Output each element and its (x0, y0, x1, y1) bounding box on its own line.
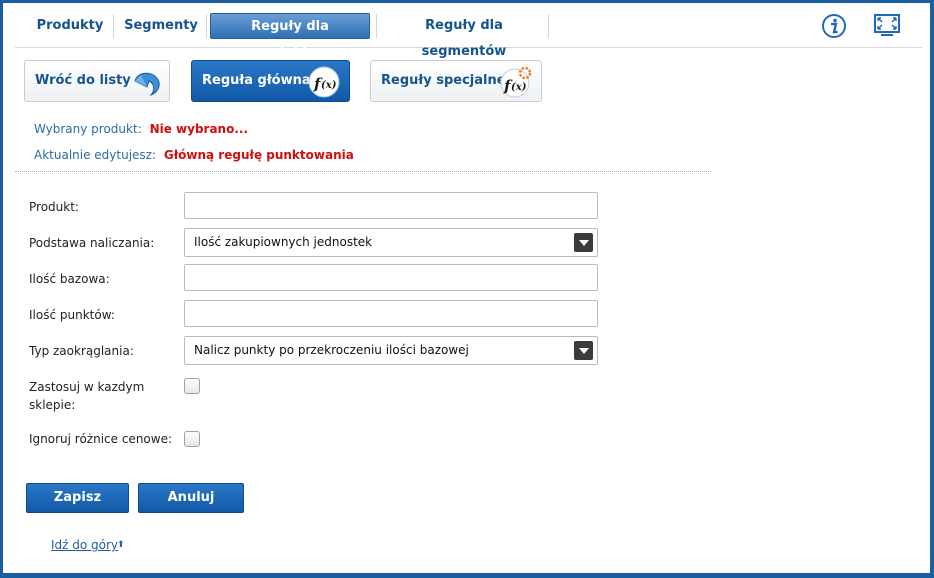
basis-select-value: Ilość zakupiownych jednostek (194, 235, 373, 249)
cancel-button[interactable]: Anuluj (138, 483, 244, 513)
selected-product-value: Nie wybrano... (149, 122, 249, 136)
product-input[interactable] (184, 192, 598, 219)
svg-text:(x): (x) (511, 82, 527, 93)
editing-label: Aktualnie edytujesz: (34, 148, 157, 162)
tab-reguly-dla-segmentow[interactable]: Reguły dla segmentów (381, 13, 547, 59)
chevron-down-icon (574, 233, 593, 252)
back-arrow-icon (129, 65, 163, 99)
app-frame: Produkty Segmenty Reguły dla produktów R… (3, 3, 930, 573)
back-to-list-button[interactable]: Wróć do listy (24, 60, 170, 102)
svg-text:(x): (x) (321, 80, 337, 91)
tab-separator (548, 14, 549, 38)
tab-reguly-dla-produktow[interactable]: Reguły dla produktów (210, 13, 370, 60)
rounding-select-value: Nalicz punkty po przekroczeniu ilości ba… (194, 343, 469, 357)
tab-bar: Produkty Segmenty Reguły dla produktów R… (15, 13, 922, 60)
special-function-icon: f (x) (499, 65, 533, 99)
product-label: Produkt: (29, 200, 79, 214)
function-icon: f (x) (307, 65, 341, 99)
every-store-checkbox[interactable] (184, 378, 200, 394)
tab-produkty[interactable]: Produkty (25, 13, 115, 39)
editing-info: Aktualnie edytujesz: Główną regułę punkt… (34, 148, 354, 162)
special-rules-button[interactable]: Reguły specjalne f (x) (370, 60, 542, 102)
tab-separator (113, 14, 114, 38)
selected-product-info: Wybrany produkt: Nie wybrano... (34, 122, 248, 136)
tab-separator (376, 14, 377, 38)
fullscreen-icon[interactable] (873, 13, 901, 39)
rounding-select[interactable]: Nalicz punkty po przekroczeniu ilości ba… (184, 336, 598, 365)
save-button[interactable]: Zapisz (26, 483, 129, 513)
info-icon[interactable] (821, 13, 847, 39)
base-qty-label: Ilość bazowa: (29, 272, 110, 286)
tab-separator (206, 14, 207, 38)
editing-value: Główną regułę punktowania (163, 148, 354, 162)
ignore-price-checkbox[interactable] (184, 431, 200, 447)
every-store-label: Zastosuj w kazdym sklepie: (29, 380, 145, 412)
basis-select[interactable]: Ilość zakupiownych jednostek (184, 228, 598, 257)
ignore-price-label: Ignoruj różnice cenowe: (29, 432, 173, 446)
selected-product-label: Wybrany produkt: (34, 122, 142, 136)
main-rule-button[interactable]: Reguła główna f (x) (191, 60, 350, 102)
special-rules-label: Reguły specjalne (381, 73, 506, 88)
main-rule-label: Reguła główna (202, 73, 311, 88)
points-input[interactable] (184, 300, 598, 327)
points-label: Ilość punktów: (29, 308, 115, 322)
back-to-list-label: Wróć do listy (35, 73, 131, 88)
rounding-label: Typ zaokrąglania: (29, 344, 134, 358)
dotted-divider (15, 171, 711, 172)
chevron-down-icon (574, 341, 593, 360)
double-chevron-up-icon[interactable]: ⬆ (117, 540, 125, 550)
tab-segmenty[interactable]: Segmenty (119, 13, 203, 39)
base-qty-input[interactable] (184, 264, 598, 291)
go-to-top-link[interactable]: Idź do góry (51, 538, 118, 552)
basis-label: Podstawa naliczania: (29, 236, 155, 250)
